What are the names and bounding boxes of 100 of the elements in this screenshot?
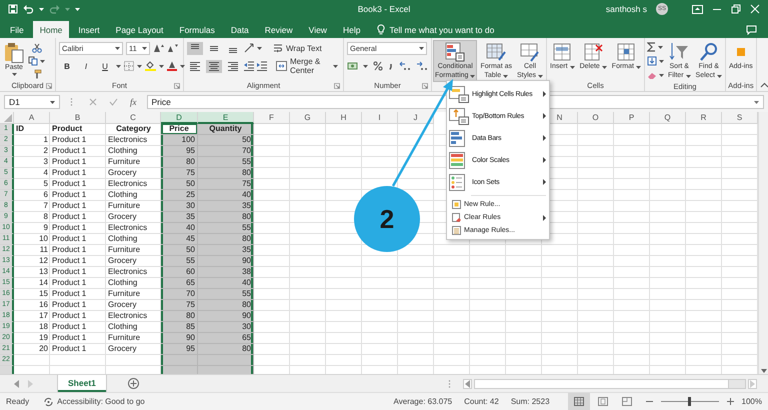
table-cell-text: Product 1 <box>51 278 88 289</box>
table-cell-text: 6 <box>42 190 49 201</box>
table-cell-text: Product 1 <box>51 212 88 223</box>
table-cell-text: Category <box>115 124 152 135</box>
table-cell-text: Product 1 <box>51 135 88 146</box>
table-cell-text: Clothing <box>107 278 138 289</box>
table-cell-text: Product 1 <box>51 157 88 168</box>
table-cell-text: Furniture <box>107 201 142 212</box>
table-cell-text: Grocery <box>107 168 138 179</box>
table-cell-text: Product 1 <box>51 234 88 245</box>
table-cell: 80 <box>161 311 198 322</box>
table-cell-text: 12 <box>38 256 49 267</box>
table-cell: 60 <box>161 267 198 278</box>
table-cell-text: Grocery <box>107 344 138 355</box>
table-cell: 50 <box>198 135 254 146</box>
table-cell-text: Product 1 <box>51 267 88 278</box>
status-stat: Average: 63.075 <box>394 397 452 406</box>
table-cell-text: ID <box>15 124 25 135</box>
table-cell: 80 <box>198 212 254 223</box>
table-cell-text: Clothing <box>107 322 138 333</box>
user-name: santhosh s <box>606 4 647 14</box>
table-cell: 50 <box>161 179 198 190</box>
table-cell-text: 14 <box>38 278 49 289</box>
table-cell: 55 <box>198 289 254 300</box>
table-cell: 95 <box>161 344 198 355</box>
table-cell: 80 <box>198 344 254 355</box>
table-cell-text: 20 <box>38 344 49 355</box>
table-cell-text: 5 <box>42 179 49 190</box>
table-cell: 35 <box>198 201 254 212</box>
table-cell-text: Furniture <box>107 245 142 256</box>
table-cell-text: Product 1 <box>51 300 88 311</box>
table-cell-text: 15 <box>38 289 49 300</box>
table-cell: 80 <box>161 157 198 168</box>
table-cell: 25 <box>161 190 198 201</box>
table-cell: 65 <box>161 278 198 289</box>
table-cell: 35 <box>198 245 254 256</box>
table-cell-text: 17 <box>38 311 49 322</box>
table-cell: 90 <box>198 256 254 267</box>
table-cell-text: 2 <box>42 146 49 157</box>
table-cell-text: Product 1 <box>51 146 88 157</box>
table-cell-text: 18 <box>38 322 49 333</box>
table-cell-text: Product 1 <box>51 179 88 190</box>
table-cell: 95 <box>161 146 198 157</box>
table-cell: 55 <box>198 157 254 168</box>
table-cell: Quantity <box>198 124 254 135</box>
status-text: Ready <box>6 397 30 406</box>
table-cell-text: Product 1 <box>51 344 88 355</box>
table-cell: 40 <box>198 278 254 289</box>
table-cell-text: Furniture <box>107 333 142 344</box>
table-cell: 50 <box>161 245 198 256</box>
table-cell-text: Product 1 <box>51 289 88 300</box>
table-cell: 70 <box>161 289 198 300</box>
table-cell-text: 11 <box>38 245 49 256</box>
table-cell-text: 8 <box>42 212 49 223</box>
table-cell-text: Product 1 <box>51 322 88 333</box>
table-cell-text: Clothing <box>107 146 138 157</box>
table-cell: 85 <box>161 322 198 333</box>
table-cell: 40 <box>161 223 198 234</box>
table-cell-text: 1 <box>42 135 49 146</box>
window-title: Book3 - Excel <box>358 4 410 14</box>
table-cell-text: Clothing <box>107 234 138 245</box>
table-cell-text: Electronics <box>107 267 148 278</box>
table-cell: 80 <box>198 168 254 179</box>
table-cell-text: Product 1 <box>51 311 88 322</box>
table-cell: 75 <box>198 179 254 190</box>
table-cell-text: Electronics <box>107 223 148 234</box>
table-cell-text: Product 1 <box>51 201 88 212</box>
table-cell-text: Clothing <box>107 190 138 201</box>
table-cell-text: Furniture <box>107 157 142 168</box>
table-cell-text: Product 1 <box>51 168 88 179</box>
table-cell: 80 <box>198 300 254 311</box>
table-cell: 55 <box>161 256 198 267</box>
table-cell-text: Electronics <box>107 135 148 146</box>
table-cell-text: Electronics <box>107 311 148 322</box>
table-cell: 80 <box>198 234 254 245</box>
table-cell-text: Grocery <box>107 212 138 223</box>
table-cell-text: Product 1 <box>51 190 88 201</box>
table-cell: 38 <box>198 267 254 278</box>
table-cell-text: Product 1 <box>51 245 88 256</box>
table-cell-text: 3 <box>42 157 49 168</box>
table-cell: 55 <box>198 223 254 234</box>
status-stat: Count: 42 <box>464 397 499 406</box>
table-cell-text: Grocery <box>107 256 138 267</box>
table-cell-text: 4 <box>42 168 49 179</box>
table-cell-text: Grocery <box>107 300 138 311</box>
table-cell: 90 <box>198 311 254 322</box>
table-cell: 100 <box>161 135 198 146</box>
table-cell: 45 <box>161 234 198 245</box>
table-cell: 30 <box>161 201 198 212</box>
table-cell: 70 <box>198 146 254 157</box>
table-cell-text: Electronics <box>107 179 148 190</box>
table-cell-text: 19 <box>38 333 49 344</box>
table-cell-text: 7 <box>42 201 49 212</box>
table-cell-text: Product <box>51 124 84 135</box>
table-cell-text: Product 1 <box>51 333 88 344</box>
table-cell: 35 <box>161 212 198 223</box>
table-cell: 75 <box>161 300 198 311</box>
table-cell-text: Product 1 <box>51 223 88 234</box>
table-cell: 75 <box>161 168 198 179</box>
table-cell-text: Product 1 <box>51 256 88 267</box>
